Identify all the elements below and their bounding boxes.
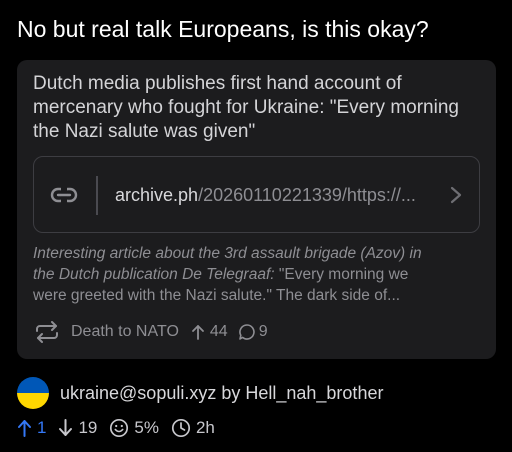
community-avatar[interactable]	[17, 377, 49, 409]
crosspost-comments: 9	[258, 323, 268, 340]
downvote-count: 19	[78, 418, 98, 437]
crosspost-community[interactable]: Death to NATO	[71, 323, 179, 341]
link-host: archive.ph	[115, 185, 199, 205]
upvote-count: 1	[37, 418, 47, 437]
post-meta: ukraine@sopuli.xyz by Hell_nah_brother	[17, 377, 383, 409]
description-line2-italic: the Dutch publication De Telegraaf:	[33, 266, 275, 283]
post-title[interactable]: No but real talk Europeans, is this okay…	[17, 15, 497, 43]
description-line3: were greeted with the Nazi salute." The …	[33, 287, 401, 304]
crosspost-upvotes: 44	[209, 323, 228, 340]
link-divider	[96, 176, 98, 215]
age-stat: 2h	[171, 418, 215, 438]
community-name[interactable]: ukraine@sopuli.xyz	[60, 383, 216, 404]
by-label: by	[221, 382, 241, 403]
link-url[interactable]: archive.ph/20260110221339/https://...	[115, 183, 435, 207]
link-preview[interactable]: archive.ph/20260110221339/https://...	[33, 156, 480, 233]
arrow-up-icon	[18, 420, 31, 437]
arrow-down-icon	[59, 419, 73, 436]
repost-icon	[36, 321, 58, 343]
age-value: 2h	[195, 418, 215, 437]
description-line1: Interesting article about the 3rd assaul…	[33, 245, 422, 262]
ratio-value: 5%	[134, 418, 159, 437]
arrow-up-icon	[192, 325, 204, 340]
smiley-icon	[110, 418, 129, 438]
upvote-button[interactable]: 1	[17, 418, 46, 438]
chevron-right-icon	[450, 186, 462, 204]
link-icon	[50, 187, 78, 203]
post-stats: 1 19 5% 2h	[17, 416, 227, 440]
clock-icon	[171, 418, 191, 438]
crosspost-footer[interactable]: Death to NATO 44 9	[33, 320, 268, 344]
crosspost-card[interactable]: Dutch media publishes first hand account…	[17, 60, 496, 359]
author-name[interactable]: Hell_nah_brother	[245, 383, 383, 404]
description-line2-rest: "Every morning we	[274, 266, 409, 283]
link-path: /20260110221339/https://...	[198, 185, 416, 205]
chat-bubble-icon	[238, 324, 255, 340]
downvote-button[interactable]: 19	[58, 418, 97, 438]
crosspost-title[interactable]: Dutch media publishes first hand account…	[33, 72, 488, 144]
ratio-stat: 5%	[109, 418, 159, 438]
crosspost-description: Interesting article about the 3rd assaul…	[33, 243, 488, 306]
